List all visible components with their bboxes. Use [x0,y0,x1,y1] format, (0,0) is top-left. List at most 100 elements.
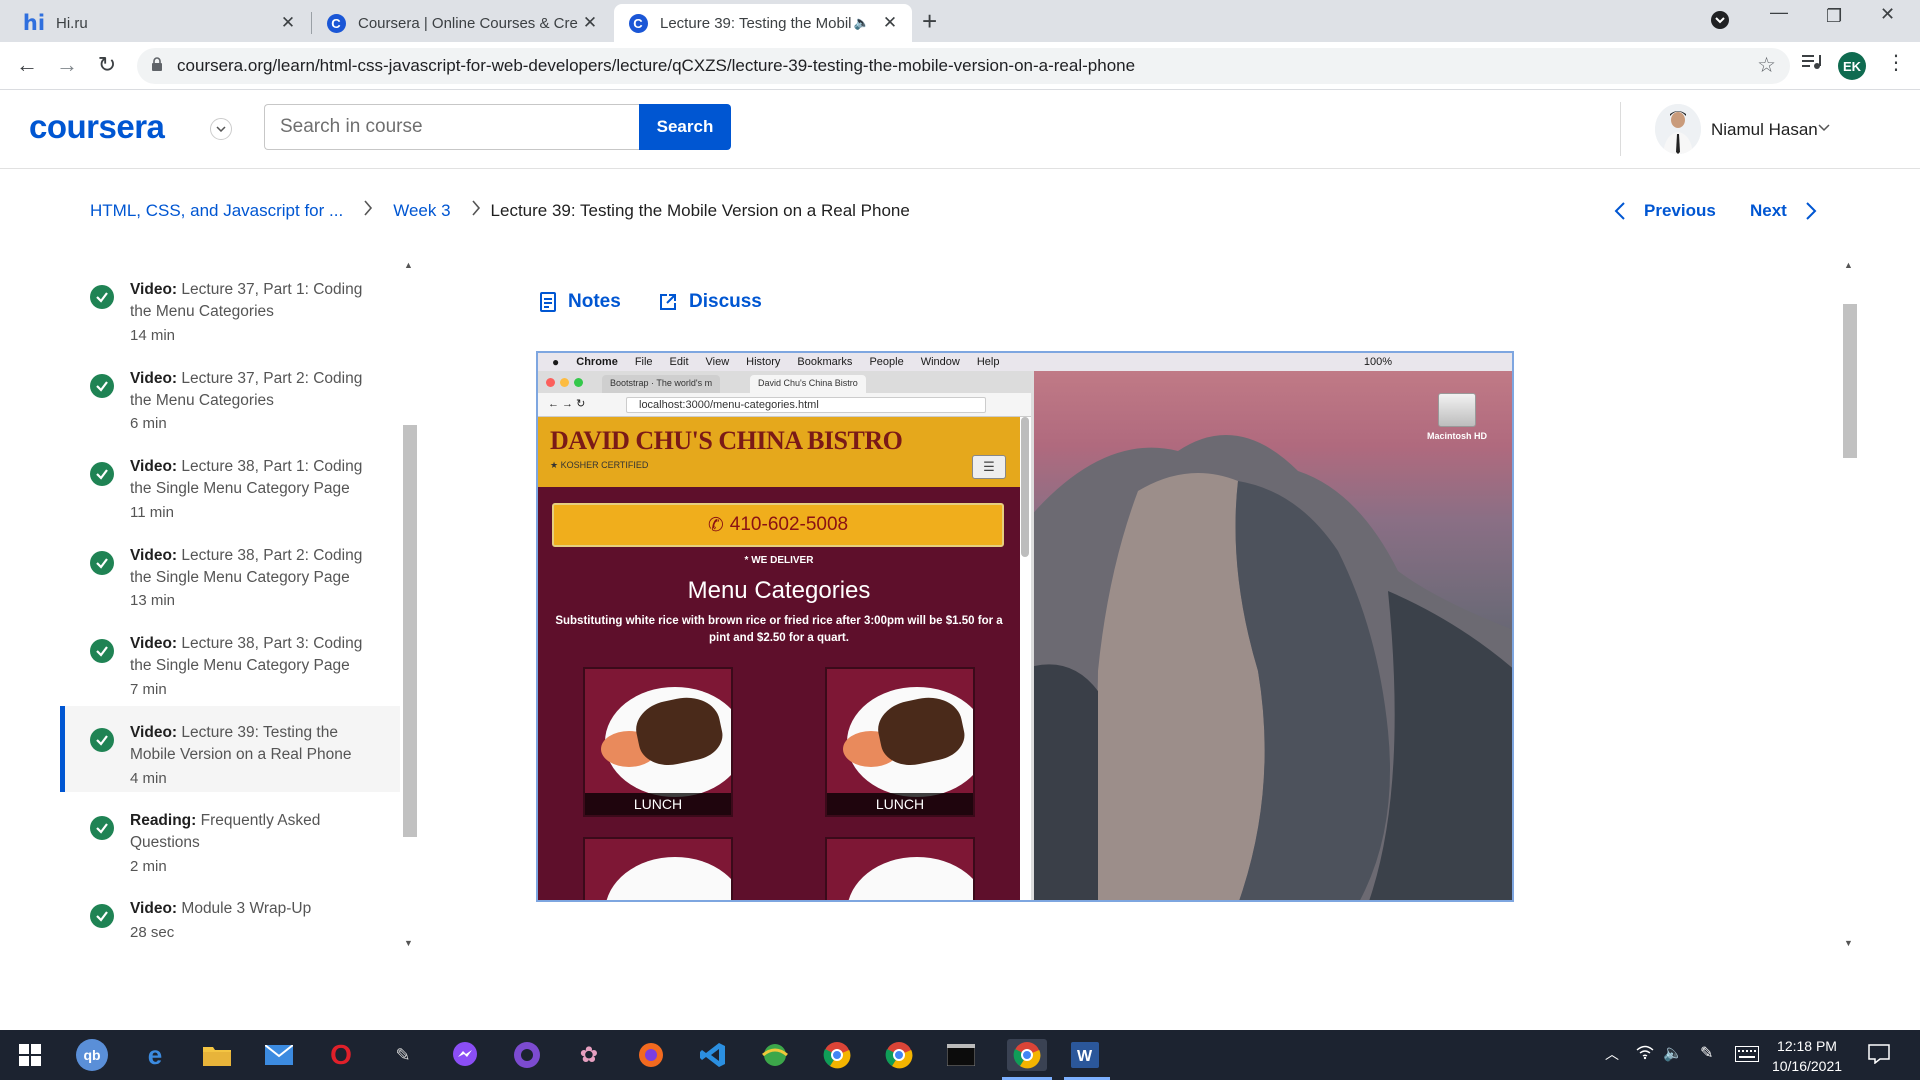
reload-button[interactable]: ↻ [93,52,121,78]
scroll-down-icon[interactable]: ▼ [1844,938,1853,948]
notes-button[interactable]: Notes [540,291,621,313]
profile-avatar[interactable]: EK [1838,52,1866,80]
windows-start-icon[interactable] [14,1039,46,1071]
speaker-icon[interactable]: 🔈 [854,15,870,31]
paint-icon[interactable]: ✿ [573,1039,605,1071]
course-search-input[interactable] [264,104,640,150]
outline-item-title: Reading: Frequently Asked Questions [130,812,321,851]
tab-title: Coursera | Online Courses & Cre [358,14,578,32]
bookmark-star-icon[interactable]: ☆ [1757,53,1776,78]
chrome-icon[interactable] [821,1039,853,1071]
inner-tab-strip: Bootstrap · The world's m David Chu's Ch… [538,371,1031,393]
tab-search-icon[interactable] [1710,10,1730,35]
keyboard-icon[interactable] [1735,1046,1759,1065]
forward-button[interactable]: → [53,52,81,78]
bistro-site: DAVID CHU'S CHINA BISTRO ★ KOSHER CERTIF… [538,417,1020,900]
site-header: coursera Search Niamul Hasan [0,90,1920,169]
sidebar-scroll-thumb[interactable] [403,425,417,837]
close-tab-icon[interactable]: ✕ [878,13,902,33]
user-avatar[interactable] [1655,104,1701,154]
notifications-icon[interactable] [1868,1044,1890,1067]
previous-button[interactable]: Previous [1614,201,1716,221]
outline-item[interactable]: Video: Module 3 Wrap-Up 28 sec [60,882,400,950]
terminal-icon[interactable] [945,1039,977,1071]
firefox-icon[interactable] [635,1039,667,1071]
edge-icon[interactable]: e [139,1039,171,1071]
scroll-up-icon[interactable]: ▲ [1844,260,1853,270]
messenger-icon[interactable] [449,1039,481,1071]
volume-icon[interactable]: 🔈 [1663,1043,1683,1063]
breadcrumb-course[interactable]: HTML, CSS, and Javascript for ... [90,201,343,221]
back-button[interactable]: ← [13,52,41,78]
outline-item-title: Video: Lecture 38, Part 3: Coding the Si… [130,635,363,674]
outline-item-current[interactable]: Video: Lecture 39: Testing the Mobile Ve… [60,706,400,792]
vscode-icon[interactable] [697,1039,729,1071]
main-scroll-thumb[interactable] [1843,304,1857,458]
browser-tab-lecture[interactable]: C Lecture 39: Testing the Mobil 🔈 ✕ [614,4,912,42]
outline-item[interactable]: Video: Lecture 38, Part 3: Coding the Si… [60,617,400,705]
external-link-icon [660,294,676,310]
browser-tab-hi[interactable]: hi Hi.ru ✕ [10,4,310,42]
browser-tab-coursera[interactable]: C Coursera | Online Courses & Cre ✕ [312,4,612,42]
new-tab-button[interactable]: + [922,6,937,37]
outline-item[interactable]: Video: Lecture 38, Part 1: Coding the Si… [60,440,400,528]
mac-menu-item: Window [920,356,960,368]
user-name[interactable]: Niamul Hasan [1711,120,1818,140]
mac-menu-item: Chrome [576,356,618,368]
inner-browser-window: Bootstrap · The world's m David Chu's Ch… [538,371,1034,900]
browser-toolbar: ← → ↻ coursera.org/learn/html-css-javasc… [0,42,1920,90]
taskbar-clock[interactable]: 12:18 PM 10/16/2021 [1768,1036,1846,1076]
word-icon[interactable]: W [1069,1039,1101,1071]
chevron-down-icon[interactable] [1818,120,1830,135]
inkscape-icon[interactable]: ✎ [387,1039,419,1071]
pen-icon[interactable]: ✎ [1700,1043,1713,1063]
network-globe-icon[interactable] [759,1039,791,1071]
breadcrumb: HTML, CSS, and Javascript for ... Week 3… [90,200,910,222]
disk-label: Macintosh HD [1426,431,1487,441]
inner-scrollbar [1021,417,1029,557]
sidebar-scrollbar[interactable]: ▲ ▼ [400,258,420,950]
clock-time: 12:18 PM [1777,1038,1837,1054]
outline-item[interactable]: Video: Lecture 37, Part 2: Coding the Me… [60,352,400,440]
tab-title: Hi.ru [56,14,88,32]
outline-item[interactable]: Video: Lecture 37, Part 1: Coding the Me… [60,263,400,351]
close-tab-icon[interactable]: ✕ [578,13,602,33]
close-window-icon[interactable]: ✕ [1880,4,1895,25]
inner-tab: David Chu's China Bistro [750,375,866,393]
minimize-window-icon[interactable]: — [1770,2,1788,23]
github-desktop-icon[interactable] [511,1039,543,1071]
breadcrumb-week[interactable]: Week 3 [393,201,450,221]
chrome-profile-icon[interactable] [883,1039,915,1071]
browser-menu-icon[interactable]: ⋮ [1886,50,1906,75]
outline-item[interactable]: Video: Lecture 38, Part 2: Coding the Si… [60,529,400,617]
coursera-logo[interactable]: coursera [29,108,165,146]
opera-icon[interactable]: O [325,1039,357,1071]
mac-menu-item: View [705,356,730,368]
address-bar[interactable]: coursera.org/learn/html-css-javascript-f… [137,48,1790,84]
chevron-down-icon[interactable] [210,118,232,140]
profile-initials: EK [1838,52,1866,80]
notes-label: Notes [568,291,621,312]
restore-window-icon[interactable]: ❐ [1826,6,1842,27]
close-tab-icon[interactable]: ✕ [276,13,300,33]
scroll-up-icon[interactable]: ▲ [404,260,413,270]
file-explorer-icon[interactable] [201,1039,233,1071]
outline-item-duration: 28 sec [130,924,175,941]
mail-icon[interactable] [263,1039,295,1071]
media-queue-icon[interactable] [1800,50,1822,77]
breadcrumb-current: Lecture 39: Testing the Mobile Version o… [490,201,910,220]
svg-text:W: W [1077,1048,1093,1065]
wifi-icon[interactable] [1636,1044,1654,1063]
tray-overflow-icon[interactable]: ︿ [1605,1044,1619,1064]
main-scrollbar[interactable]: ▲ ▼ [1840,258,1860,950]
video-player[interactable]: Macintosh HD ● Chrome File Edit View His… [536,351,1514,902]
chrome-active-icon[interactable] [1007,1039,1047,1071]
next-button[interactable]: Next [1750,201,1817,221]
discuss-button[interactable]: Discuss [659,291,762,313]
outline-item[interactable]: Reading: Frequently Asked Questions 2 mi… [60,794,400,882]
qbittorrent-icon[interactable]: qb [76,1039,108,1071]
outline-item-title: Video: Lecture 39: Testing the Mobile Ve… [130,724,352,763]
search-button[interactable]: Search [639,104,731,150]
user-photo-icon [1655,104,1701,154]
scroll-down-icon[interactable]: ▼ [404,938,413,948]
